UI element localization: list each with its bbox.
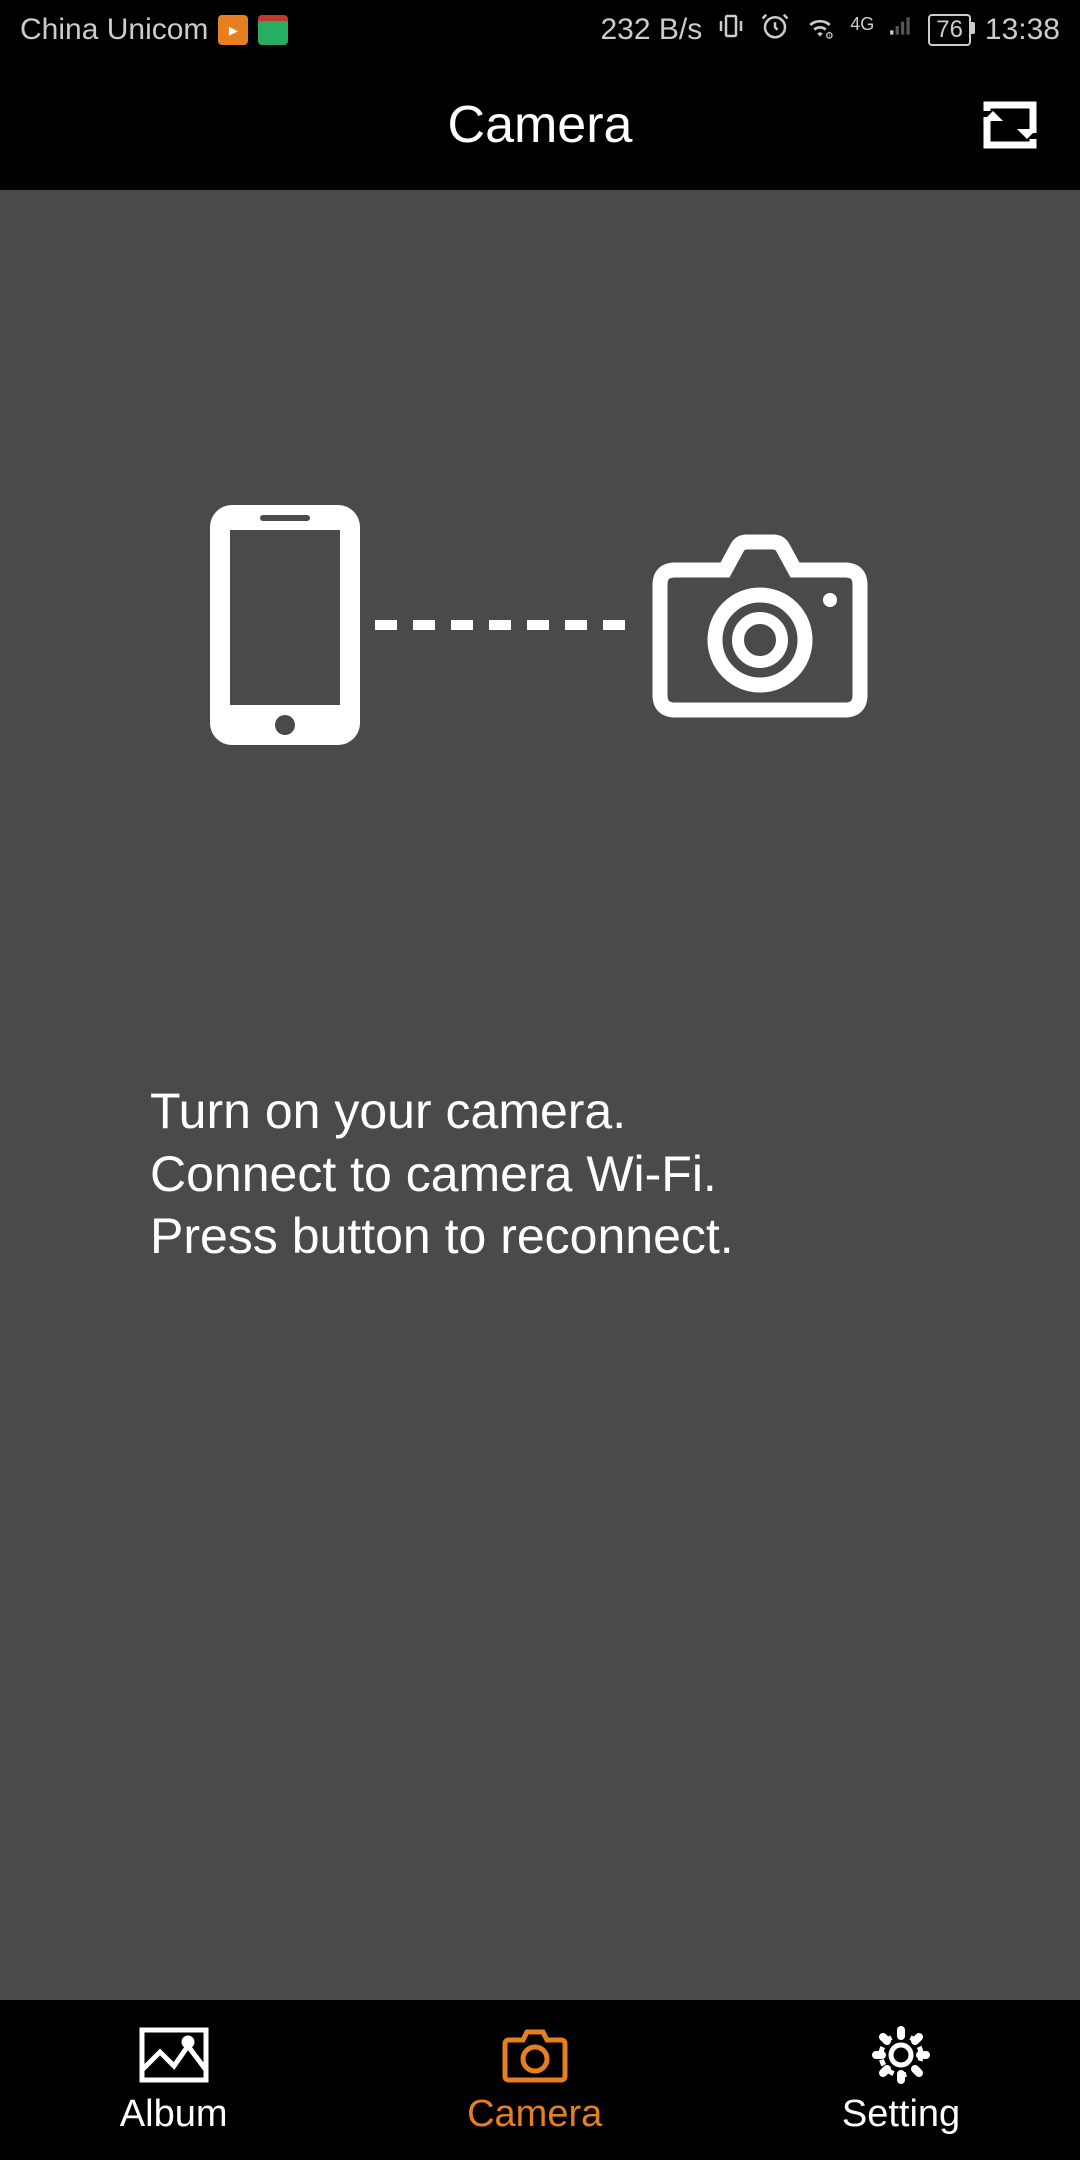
notification-calendar-icon [258,15,288,45]
status-left: China Unicom ▸ [20,13,288,47]
refresh-icon [981,99,1039,151]
gear-icon [870,2025,932,2085]
data-rate-label: 232 B/s [600,13,702,47]
main-content: Turn on your camera. Connect to camera W… [0,190,1080,2000]
wifi-icon: ! [804,10,836,50]
instructions-text: Turn on your camera. Connect to camera W… [0,1080,1080,1268]
nav-item-album[interactable]: Album [120,2025,228,2136]
phone-icon [205,500,365,750]
clock-label: 13:38 [985,13,1060,47]
connection-line-icon [365,615,645,635]
nav-item-setting[interactable]: Setting [842,2025,960,2136]
reconnect-button[interactable] [980,95,1040,155]
status-bar: China Unicom ▸ 232 B/s ! [0,0,1080,60]
vibrate-icon [716,11,746,49]
app-header: Camera [0,60,1080,190]
album-icon [138,2025,210,2085]
instruction-line-1: Turn on your camera. [150,1080,1080,1143]
instruction-line-3: Press button to reconnect. [150,1205,1080,1268]
bottom-nav: Album Camera Setting [0,2000,1080,2160]
camera-icon [645,530,875,720]
svg-text:!: ! [829,34,830,40]
signal-icon [888,13,914,47]
status-right: 232 B/s ! 4G [600,10,1060,50]
nav-label-setting: Setting [842,2093,960,2136]
network-type-label: 4G [850,14,874,35]
alarm-icon [760,11,790,49]
nav-label-album: Album [120,2093,228,2136]
instruction-line-2: Connect to camera Wi-Fi. [150,1143,1080,1206]
nav-item-camera[interactable]: Camera [467,2025,602,2136]
camera-nav-icon [499,2025,571,2085]
connection-illustration [0,500,1080,750]
page-title: Camera [448,95,633,155]
carrier-label: China Unicom [20,13,208,47]
battery-level: 76 [936,16,963,43]
battery-indicator: 76 [928,14,971,46]
nav-label-camera: Camera [467,2093,602,2136]
notification-app-icon: ▸ [218,15,248,45]
